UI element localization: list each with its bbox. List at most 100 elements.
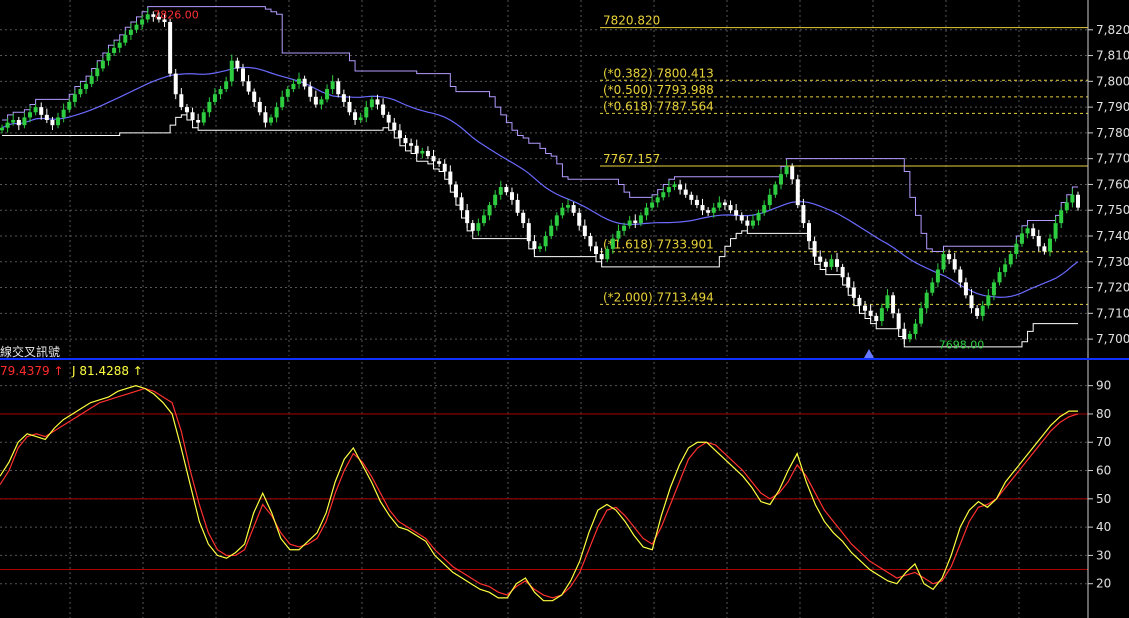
candle-body [425,150,430,157]
candle-body [0,127,4,131]
fib-label: (*0.500) 7793.988 [603,83,714,97]
candle-body [694,199,699,206]
chart-canvas: 7820.820 (*0.382) 7800.413 (*0.500) 7793.9… [0,0,1129,618]
fib-label: (*1.618) 7733.901 [603,238,714,252]
candle-body [638,215,643,224]
candle-body [745,220,750,226]
candle-body [269,117,273,123]
candle-body [224,81,229,90]
candle-body [627,220,632,226]
candle-body [762,205,767,213]
candle-body [554,215,559,226]
candle-body [812,241,817,257]
candle-body [302,78,307,87]
candle-body [1036,236,1041,247]
osc-tick-label: 90 [1096,379,1111,393]
candle-body [801,205,806,224]
candle-body [935,269,940,283]
candle-body [44,114,49,120]
candle-body [818,256,823,262]
candle-body [240,68,245,82]
candle-body [498,187,503,195]
candle-body [1014,243,1019,255]
candle-body [22,117,27,126]
candle-body [420,150,425,154]
candle-body [997,272,1002,283]
candle-body [112,47,117,53]
candle-body [700,205,705,211]
candle-body [515,199,520,213]
candle-body [353,112,358,120]
candle-body [33,107,38,113]
fib-label: 7767.157 [603,152,660,166]
price-tick-label: 7,780 [1096,126,1129,140]
price-tick-label: 7,700 [1096,332,1129,346]
candle-body [56,117,61,126]
price-tick-label: 7,720 [1096,281,1129,295]
candle-body [364,107,369,118]
candle-body [325,89,330,100]
candle-body [5,122,10,128]
candle-body [1003,264,1008,273]
price-tick-label: 7,750 [1096,203,1129,217]
osc-tick-label: 70 [1096,435,1111,449]
candle-body [285,89,290,97]
candle-body [319,99,324,105]
candle-body [375,99,380,105]
candle-body [633,220,638,224]
candle-body [1031,228,1036,236]
candle-body [683,189,688,195]
candle-body [521,212,526,224]
candle-body [504,187,509,193]
panel-separator [0,358,1129,360]
candle-body [605,248,610,260]
candle-body [610,238,615,249]
candle-body [655,197,660,203]
candle-body [941,254,946,270]
candle-body [330,81,335,90]
candle-body [1047,238,1052,252]
candle-body [218,89,223,95]
candle-body [190,112,195,120]
osc-tick-label: 60 [1096,464,1111,478]
candle-body [947,254,952,260]
candle-body [538,246,542,249]
candle-body [566,205,571,208]
candle-body [868,310,873,316]
price-axis: 7,700 7,710 7,720 7,730 7,740 7,750 7,760 7,770… [1087,0,1129,358]
oscillator-grid [0,362,1088,618]
candle-body [616,230,621,239]
candle-body [431,156,436,162]
candle-body [252,91,257,102]
candle-body [991,282,996,296]
osc-tick-label: 30 [1096,548,1111,562]
candle-body [465,210,470,224]
price-tick-label: 7,730 [1096,255,1129,269]
candle-body [571,205,576,213]
osc-tick-label: 50 [1096,492,1111,506]
candle-body [291,83,296,90]
candle-body [1008,254,1013,265]
candle-body [84,83,89,90]
candle-body [179,94,184,108]
candle-body [750,220,755,226]
candle-body [672,184,677,188]
candle-body [409,143,414,146]
candle-body [229,60,234,82]
candle-body [543,236,548,247]
candle-body [588,236,593,247]
candle-body [778,174,783,185]
upper-channel-line [2,6,1078,252]
candle-body [728,205,733,211]
candle-body [347,101,352,113]
candle-body [128,29,133,35]
candle-body [622,225,627,231]
candle-body [1070,194,1075,203]
osc-tick-label: 40 [1096,520,1111,534]
fib-label: 7820.820 [603,14,660,28]
moving-average-line [1,66,1079,298]
candle-body [336,81,341,95]
candle-body [509,192,514,200]
candle-body [184,107,189,113]
candle-body [823,261,828,267]
